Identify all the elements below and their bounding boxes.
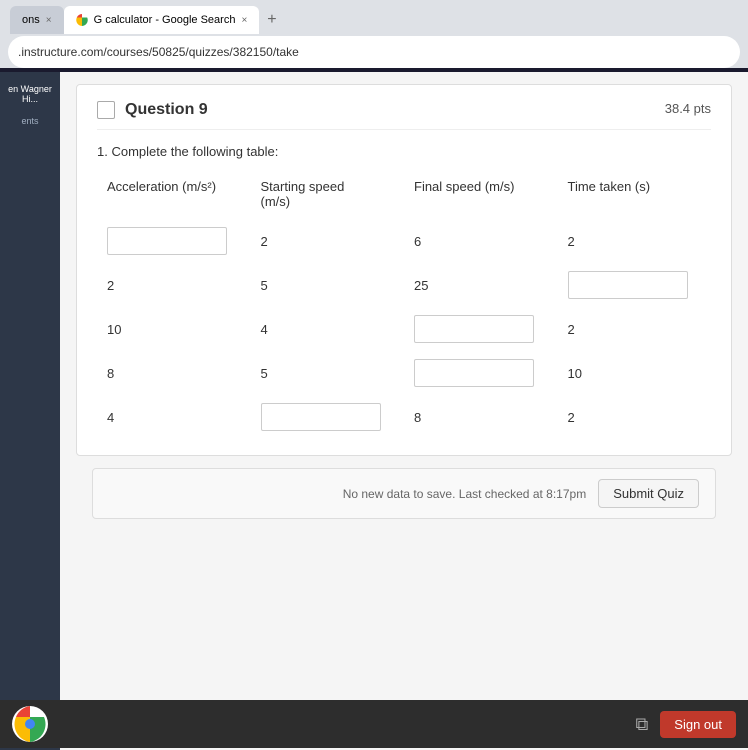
row3-acceleration: 10 [97,307,251,351]
checkbox-icon[interactable] [97,101,115,119]
sidebar-item-username[interactable]: en Wagner Hi... [0,80,60,108]
question-table: Acceleration (m/s²) Starting speed(m/s) … [97,173,711,439]
question-pts: 38.4 pts [665,101,711,116]
chrome-favicon-icon [76,14,88,26]
question-body: 1. Complete the following table: [97,144,711,159]
bottom-bar: No new data to save. Last checked at 8:1… [92,468,716,519]
sign-out-button[interactable]: Sign out [660,711,736,738]
browser-chrome: ons × G calculator - Google Search × + .… [0,0,748,68]
taskbar-monitor-icon: ⧉ [635,714,648,735]
sidebar-item-ents[interactable]: ents [17,112,42,130]
question-title: Question 9 [125,101,208,119]
tab-active[interactable]: G calculator - Google Search × [64,6,260,34]
row2-acceleration: 2 [97,263,251,307]
row4-final-speed [404,351,558,395]
row2-time-taken [558,263,712,307]
row5-starting-speed [251,395,405,439]
row1-starting-speed: 2 [251,219,405,263]
tab-bar: ons × G calculator - Google Search × + [0,0,748,34]
tab-active-close-icon[interactable]: × [241,15,247,26]
taskbar-center [12,706,48,742]
table-row: 8 5 10 [97,351,711,395]
question-header: Question 9 38.4 pts [97,101,711,130]
row3-final-speed [404,307,558,351]
row2-starting-speed: 5 [251,263,405,307]
url-text: .instructure.com/courses/50825/quizzes/3… [18,45,299,59]
submit-quiz-button[interactable]: Submit Quiz [598,479,699,508]
row1-time-taken: 2 [558,219,712,263]
row1-final-speed: 6 [404,219,558,263]
table-row: 10 4 2 [97,307,711,351]
row4-time-taken: 10 [558,351,712,395]
row3-starting-speed: 4 [251,307,405,351]
tab-close-icon[interactable]: × [46,15,52,26]
status-text: No new data to save. Last checked at 8:1… [343,487,586,501]
sidebar: en Wagner Hi... ents [0,72,60,750]
row4-final-speed-input[interactable] [414,359,534,387]
row5-time-taken: 2 [558,395,712,439]
row3-final-speed-input[interactable] [414,315,534,343]
tab-inactive-label: ons [22,14,40,26]
new-tab-button[interactable]: + [259,7,284,33]
row2-time-input[interactable] [568,271,688,299]
row5-starting-speed-input[interactable] [261,403,381,431]
content-area: en Wagner Hi... ents Question 9 38.4 pts… [0,72,748,750]
col-header-time-taken: Time taken (s) [558,173,712,219]
tab-inactive[interactable]: ons × [10,6,64,34]
address-bar[interactable]: .instructure.com/courses/50825/quizzes/3… [8,36,740,68]
row5-final-speed: 8 [404,395,558,439]
row5-acceleration: 4 [97,395,251,439]
tab-active-label: G calculator - Google Search [94,14,236,26]
col-header-starting-speed: Starting speed(m/s) [251,173,405,219]
question-instruction: 1. Complete the following table: [97,144,278,159]
question-card: Question 9 38.4 pts 1. Complete the foll… [76,84,732,456]
row3-time-taken: 2 [558,307,712,351]
col-header-final-speed: Final speed (m/s) [404,173,558,219]
taskbar-right: ⧉ Sign out [635,711,736,738]
row1-acceleration-input[interactable] [107,227,227,255]
table-row: 2 5 25 [97,263,711,307]
row4-acceleration: 8 [97,351,251,395]
row4-starting-speed: 5 [251,351,405,395]
table-row: 4 8 2 [97,395,711,439]
page-wrapper: en Wagner Hi... ents Question 9 38.4 pts… [0,72,748,750]
main-content: Question 9 38.4 pts 1. Complete the foll… [60,72,748,750]
col-header-acceleration: Acceleration (m/s²) [97,173,251,219]
table-row: 2 6 2 [97,219,711,263]
chrome-taskbar-icon[interactable] [12,706,48,742]
row1-acceleration [97,219,251,263]
taskbar: ⧉ Sign out [0,700,748,748]
row2-final-speed: 25 [404,263,558,307]
